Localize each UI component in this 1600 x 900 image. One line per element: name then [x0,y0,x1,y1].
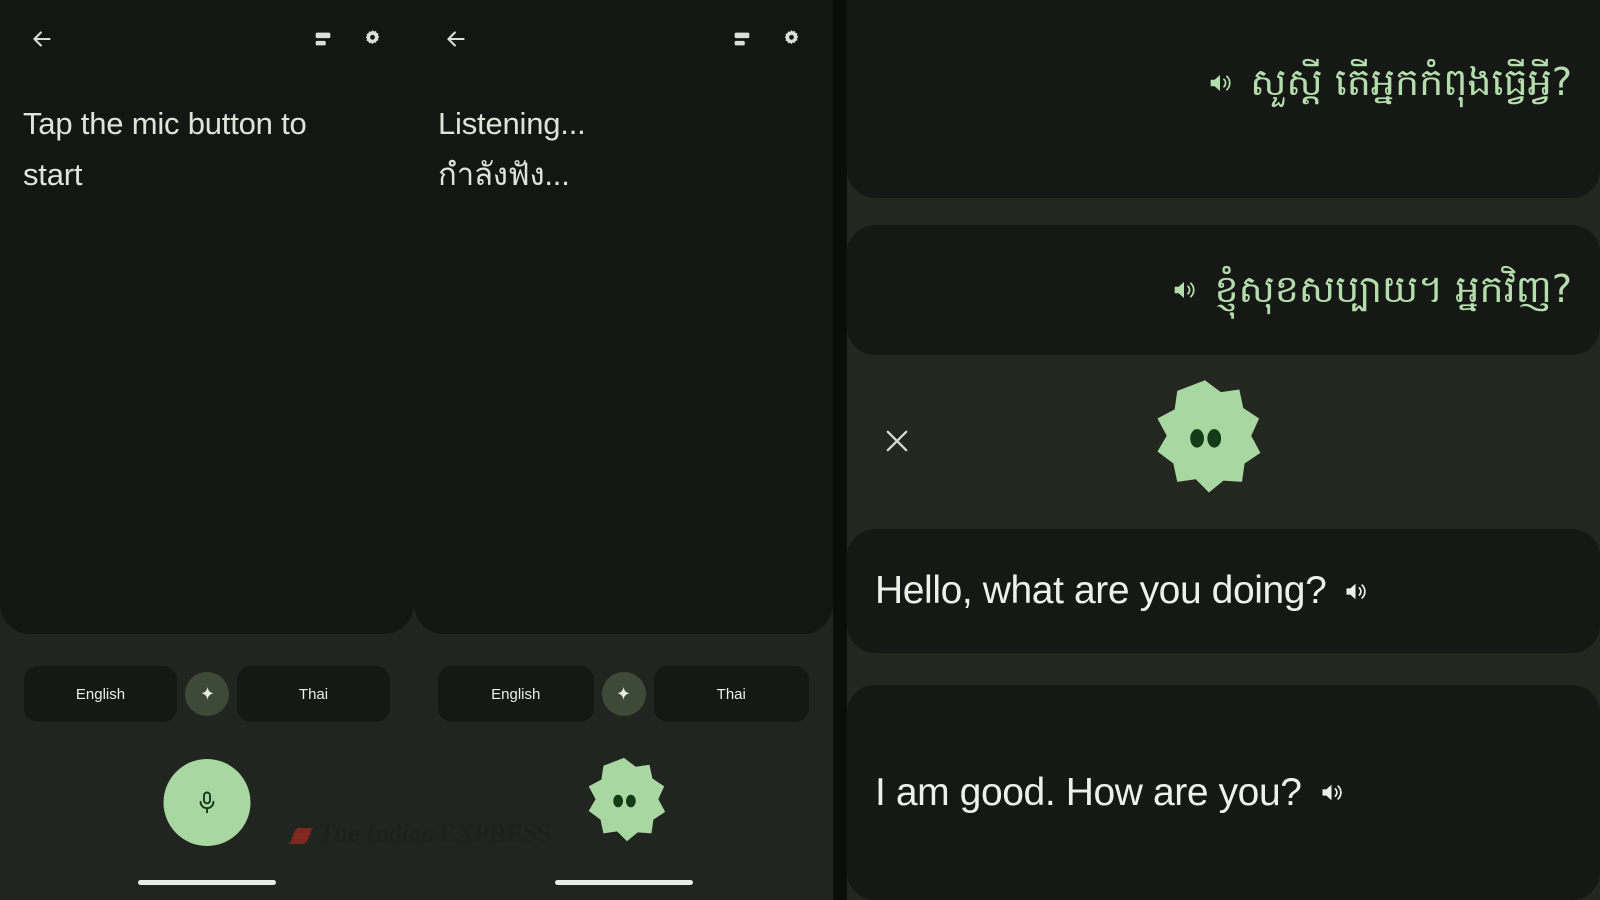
phone-panel-listening: Listening... กำลังฟัง... English Thai [414,0,833,900]
app-bar [414,0,833,78]
listening-blob-button[interactable] [1139,375,1271,507]
transcript-button[interactable] [722,19,762,59]
speaker-icon [1322,784,1342,801]
idle-prompt-line1: Tap the mic button to [23,106,307,141]
gear-icon [784,29,798,44]
gemini-blob-listening-icon [588,757,665,842]
back-button[interactable] [22,19,62,59]
listening-status: Listening... กำลังฟัง... [438,98,788,201]
swap-language-button[interactable] [185,672,229,716]
transcript-icon [315,32,331,46]
message-text: ខ្ញុំសុខសប្បាយ។ អ្នកវិញ? [1214,267,1572,312]
message-bubble[interactable]: Hello, what are you doing? [847,529,1600,653]
screenshot-root: Tap the mic button to start English Thai [0,0,1600,900]
language-selector-row: English Thai [0,666,414,722]
message-bubble[interactable]: I am good. How are you? [847,685,1600,900]
home-indicator [554,880,693,885]
close-icon [886,430,908,452]
microphone-icon [199,791,215,814]
gear-icon [365,29,379,44]
home-indicator [138,880,276,885]
target-language-button[interactable]: Thai [237,666,390,722]
speaker-icon [1175,281,1196,299]
mic-button[interactable] [163,759,251,846]
bottom-bar: English Thai [0,634,414,900]
content-sheet [0,0,414,634]
speaker-icon [1210,74,1231,92]
bottom-bar: English Thai [414,634,833,900]
language-selector-row: English Thai [414,666,833,722]
target-language-button[interactable]: Thai [653,666,809,722]
settings-button[interactable] [771,19,811,59]
idle-prompt-line2: start [23,157,83,193]
conversation-panel: សួស្តី តើអ្នកកំពុងធ្វើអ្វី? ខ្ញុំសុខសប្ប… [847,0,1600,900]
source-language-button[interactable]: English [438,666,594,722]
message-text: I am good. How are you? [875,770,1302,814]
source-language-button[interactable]: English [24,666,177,722]
content-sheet [414,0,833,634]
listening-blob-button[interactable] [575,754,673,852]
app-bar [0,0,414,78]
conversation-controls [847,375,1600,510]
listening-status-line1: Listening... [438,106,586,141]
transcript-icon [734,32,750,46]
sparkle-icon [201,686,213,700]
sparkle-icon [617,686,630,700]
gemini-blob-listening-icon [1157,380,1261,493]
idle-prompt: Tap the mic button to start [23,98,363,201]
transcript-button[interactable] [303,19,343,59]
back-button[interactable] [436,19,476,59]
message-bubble[interactable]: ខ្ញុំសុខសប្បាយ។ អ្នកវិញ? [847,225,1600,355]
listening-status-line2: กำลังฟัง... [438,157,570,193]
phone-panel-idle: Tap the mic button to start English Thai [0,0,414,900]
swap-language-button[interactable] [601,672,646,716]
close-button[interactable] [875,419,919,463]
message-bubble[interactable]: សួស្តី តើអ្នកកំពុងធ្វើអ្វី? [847,0,1600,198]
settings-button[interactable] [352,19,392,59]
message-text: Hello, what are you doing? [875,569,1327,612]
message-text: សួស្តី តើអ្នកកំពុងធ្វើអ្វី? [1250,60,1572,105]
speaker-icon [1346,583,1367,599]
